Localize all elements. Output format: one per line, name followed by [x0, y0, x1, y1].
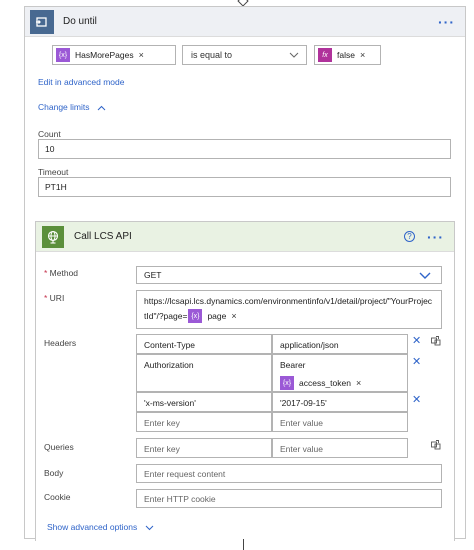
header-key-cell[interactable]: 'x-ms-version' — [136, 392, 272, 412]
action-title: Call LCS API — [74, 231, 132, 242]
method-label: * Method — [44, 268, 79, 278]
page-token[interactable]: {x} page × — [188, 309, 240, 323]
header-key-cell[interactable]: Authorization — [136, 354, 272, 392]
condition-right-operand[interactable]: fx false × — [314, 45, 381, 65]
edit-advanced-link[interactable]: Edit in advanced mode — [38, 77, 124, 87]
remove-token-icon[interactable]: × — [360, 50, 365, 60]
condition-left-operand[interactable]: {x} HasMorePages × — [52, 45, 176, 65]
switch-to-text-mode-icon[interactable] — [431, 336, 441, 346]
body-placeholder: Enter request content — [144, 468, 226, 479]
uri-label-text: URI — [49, 293, 65, 303]
delete-row-icon[interactable]: ✕ — [412, 393, 421, 406]
variable-icon: {x} — [280, 376, 294, 390]
help-icon[interactable]: ? — [404, 231, 415, 242]
condition-operator-select[interactable]: is equal to — [182, 45, 307, 65]
timeout-value: PT1H — [45, 182, 67, 192]
uri-line-2: tId"/?page= — [144, 311, 188, 321]
delete-row-icon[interactable]: ✕ — [412, 355, 421, 368]
header-value-cell[interactable]: '2017-09-15' — [272, 392, 408, 412]
switch-to-text-mode-icon[interactable] — [431, 440, 441, 450]
chevron-up-icon — [97, 105, 106, 111]
action-more-icon[interactable]: ··· — [427, 229, 444, 245]
chevron-down-icon — [145, 525, 153, 530]
query-value-input[interactable]: Enter value — [272, 438, 408, 458]
header-key: 'x-ms-version' — [144, 398, 196, 408]
count-value: 10 — [45, 144, 55, 154]
headers-label: Headers — [44, 338, 77, 348]
uri-label: * URI — [44, 293, 65, 303]
access-token-token[interactable]: {x} access_token × — [280, 376, 365, 390]
variable-token[interactable]: {x} HasMorePages × — [56, 48, 148, 62]
body-label: Body — [44, 468, 64, 478]
loop-icon — [30, 9, 54, 34]
header-value: application/json — [280, 340, 339, 350]
globe-icon — [42, 225, 64, 248]
remove-token-icon[interactable]: × — [356, 378, 361, 388]
expression-token-label: false — [337, 50, 355, 60]
header-key-input[interactable]: Enter key — [136, 412, 272, 432]
fx-icon: fx — [318, 48, 332, 62]
flow-connector-bottom — [243, 539, 244, 550]
show-advanced-options-link[interactable]: Show advanced options — [47, 522, 154, 532]
timeout-input[interactable]: PT1H — [38, 177, 451, 197]
cookie-label: Cookie — [44, 492, 71, 502]
body-input[interactable]: Enter request content — [136, 464, 442, 483]
cookie-input[interactable]: Enter HTTP cookie — [136, 489, 442, 508]
page-token-label: page — [207, 311, 227, 321]
change-limits-label: Change limits — [38, 102, 90, 112]
show-advanced-label: Show advanced options — [47, 522, 138, 532]
action-header[interactable]: Call LCS API ? ··· — [36, 222, 454, 252]
delete-row-icon[interactable]: ✕ — [412, 334, 421, 347]
do-until-title: Do until — [63, 16, 97, 27]
header-key: Content-Type — [144, 340, 196, 350]
variable-icon: {x} — [188, 309, 203, 323]
value-placeholder: Enter value — [280, 444, 323, 454]
header-value: Bearer — [280, 360, 306, 370]
remove-token-icon[interactable]: × — [231, 311, 236, 321]
variable-token-label: HasMorePages — [75, 50, 134, 60]
method-label-text: Method — [49, 268, 79, 278]
header-value-cell[interactable]: Bearer {x} access_token × — [272, 354, 408, 392]
header-value: '2017-09-15' — [280, 398, 327, 408]
method-value: GET — [144, 270, 162, 280]
header-value-cell[interactable]: application/json — [272, 334, 408, 354]
key-placeholder: Enter key — [144, 418, 180, 428]
do-until-more-icon[interactable]: ··· — [438, 14, 455, 30]
count-label: Count — [38, 129, 61, 139]
count-input[interactable]: 10 — [38, 139, 451, 159]
remove-token-icon[interactable]: × — [139, 50, 144, 60]
value-placeholder: Enter value — [280, 418, 323, 428]
cookie-placeholder: Enter HTTP cookie — [144, 493, 216, 504]
access-token-label: access_token — [299, 378, 351, 388]
key-placeholder: Enter key — [144, 444, 180, 454]
uri-input[interactable]: https://lcsapi.lcs.dynamics.com/environm… — [136, 290, 442, 329]
do-until-card: Do until ··· {x} HasMorePages × is equal… — [24, 6, 466, 541]
change-limits-link[interactable]: Change limits — [38, 102, 106, 112]
queries-label: Queries — [44, 442, 74, 452]
operator-value: is equal to — [191, 50, 233, 60]
method-select[interactable]: GET — [136, 266, 442, 284]
query-key-input[interactable]: Enter key — [136, 438, 272, 458]
expression-token[interactable]: fx false × — [318, 48, 369, 62]
chevron-down-icon — [289, 52, 299, 58]
timeout-label: Timeout — [38, 167, 69, 177]
do-until-header[interactable]: Do until ··· — [25, 7, 465, 37]
call-lcs-api-action: Call LCS API ? ··· * Method GET * URI ht… — [35, 221, 455, 541]
header-key: Authorization — [144, 360, 194, 370]
chevron-down-icon — [419, 272, 431, 279]
variable-icon: {x} — [56, 48, 70, 62]
header-key-cell[interactable]: Content-Type — [136, 334, 272, 354]
uri-line-1: https://lcsapi.lcs.dynamics.com/environm… — [144, 296, 433, 306]
header-value-input[interactable]: Enter value — [272, 412, 408, 432]
